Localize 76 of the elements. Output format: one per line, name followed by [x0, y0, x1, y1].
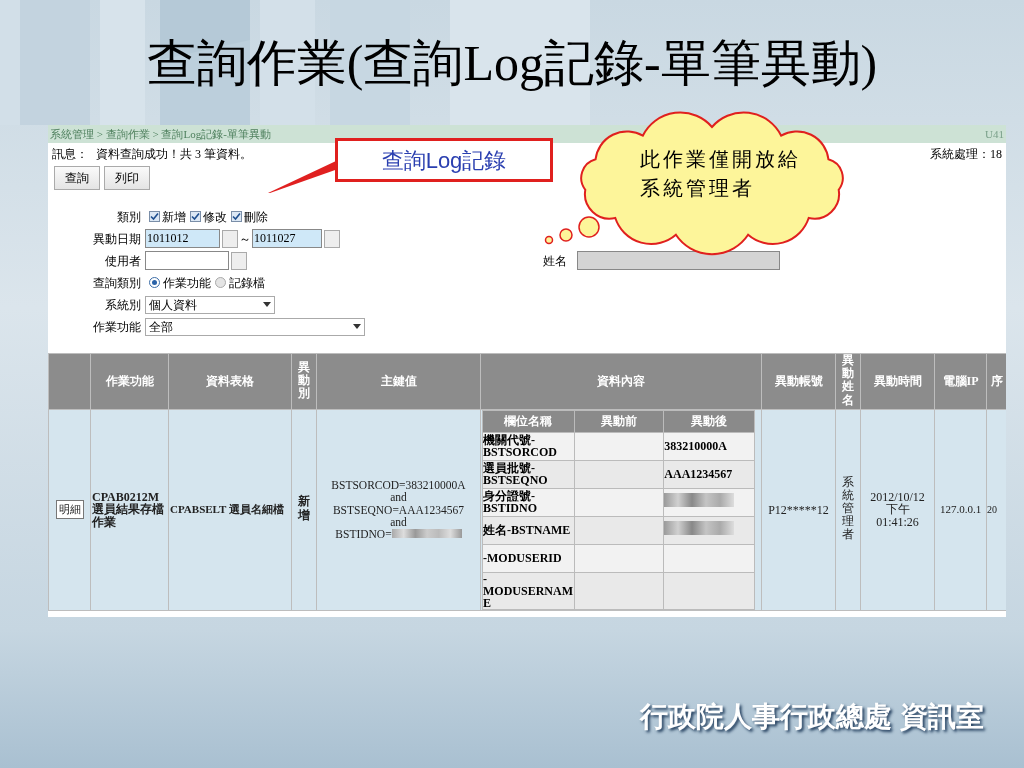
- column-header: 異動時間: [873, 374, 922, 389]
- field-label: 使用者: [105, 253, 141, 268]
- callout-text: 系統管理者: [640, 175, 756, 202]
- dropdown-arrow-icon: [353, 324, 361, 329]
- table-cell: -MODUSERNAME: [483, 571, 573, 610]
- field-label: 系統別: [105, 297, 141, 312]
- table-cell: AAA1234567: [664, 467, 733, 482]
- column-header: 主鍵值: [380, 374, 417, 389]
- table-cell: 127.0.0.1: [939, 503, 982, 516]
- field-label: 類別: [117, 209, 141, 224]
- table-cell: CPAB0212M 選員結果存檔作業: [92, 489, 164, 529]
- dropdown-arrow-icon: [263, 302, 271, 307]
- field-label: 異動日期: [93, 231, 141, 246]
- table-cell: 身分證號-BSTIDNO: [483, 489, 538, 516]
- column-header: 異動前: [601, 414, 638, 429]
- radio-button[interactable]: [149, 277, 160, 288]
- breadcrumb: 系統管理 > 查詢作業 > 查詢Log記錄-單筆異動: [50, 126, 271, 142]
- column-header: 資料表格: [206, 374, 254, 389]
- table-cell: -MODUSERID: [483, 551, 562, 566]
- picker-button[interactable]: [222, 229, 238, 248]
- checkbox-label: 刪除: [244, 208, 268, 226]
- table-cell: 383210000A: [664, 439, 727, 454]
- table-cell-text: 2012/10/12 下午 01:41:26: [869, 490, 926, 529]
- field-label: 查詢類別: [93, 275, 141, 290]
- callout-text: 此作業僅開放給: [640, 146, 801, 173]
- column-header: 電腦IP: [942, 374, 979, 389]
- action-button[interactable]: 列印: [104, 166, 150, 190]
- column-header: 異動後: [691, 414, 728, 429]
- thought-bubble: [544, 216, 600, 245]
- column-header: 欄位名稱: [504, 414, 553, 429]
- table-cell: 姓名-BSTNAME: [483, 523, 571, 538]
- function-select[interactable]: 全部: [145, 317, 365, 336]
- callout-box: 查詢Log記錄: [335, 138, 553, 182]
- page-code: U41: [985, 126, 1004, 142]
- radio-button[interactable]: [215, 277, 226, 288]
- key-text: and: [390, 515, 407, 528]
- table-cell: 選員批號-BSTSEQNO: [483, 461, 548, 488]
- footer-text: 行政院人事行政總處 資訊室: [640, 700, 984, 734]
- checkbox[interactable]: [231, 211, 242, 222]
- checkbox[interactable]: [190, 211, 201, 222]
- date-field[interactable]: 1011012: [145, 229, 220, 248]
- picker-button[interactable]: [324, 229, 340, 248]
- column-header: 異動別: [298, 360, 310, 401]
- field-label: 姓名: [543, 252, 567, 270]
- field-label: 作業功能: [93, 319, 141, 334]
- column-header: 作業功能: [105, 374, 154, 389]
- radio-label: 記錄檔: [229, 274, 265, 292]
- table-cell: CPABSELT 選員名細檔: [170, 502, 284, 515]
- column-header: 異動姓名: [842, 354, 854, 407]
- column-header: 序: [990, 374, 1003, 389]
- system-info: 系統處理：18: [930, 146, 1002, 163]
- checkbox[interactable]: [149, 211, 160, 222]
- key-text: BSTIDNO=: [335, 527, 392, 540]
- range-separator: ～: [239, 230, 251, 248]
- table-cell: 機關代號-BSTSORCOD: [483, 433, 558, 460]
- table-cell: 20: [987, 504, 997, 516]
- user-field[interactable]: [145, 251, 229, 270]
- message-text: 資料查詢成功！共 3 筆資料。: [96, 146, 252, 163]
- callout-pointer: [268, 161, 338, 193]
- key-text: and: [390, 491, 407, 504]
- table-cell: P12*****12: [768, 502, 829, 517]
- detail-button[interactable]: 明細: [55, 500, 84, 519]
- system-select[interactable]: 個人資料: [145, 295, 275, 314]
- action-button[interactable]: 查詢: [54, 166, 100, 190]
- checkbox-label: 修改: [203, 208, 227, 226]
- key-text: BSTSEQNO=AAA1234567: [332, 503, 465, 516]
- message-label: 訊息：: [52, 146, 88, 163]
- column-header: 資料內容: [597, 374, 645, 389]
- radio-label: 作業功能: [163, 274, 211, 292]
- table-cell: 系統管理者: [842, 475, 854, 542]
- column-header: 異動帳號: [774, 374, 823, 389]
- key-text: BSTSORCOD=383210000A: [331, 479, 466, 492]
- table-cell: 新增: [298, 495, 310, 522]
- date-field[interactable]: 1011027: [252, 229, 322, 248]
- picker-button[interactable]: [231, 251, 247, 270]
- checkbox-label: 新增: [162, 208, 186, 226]
